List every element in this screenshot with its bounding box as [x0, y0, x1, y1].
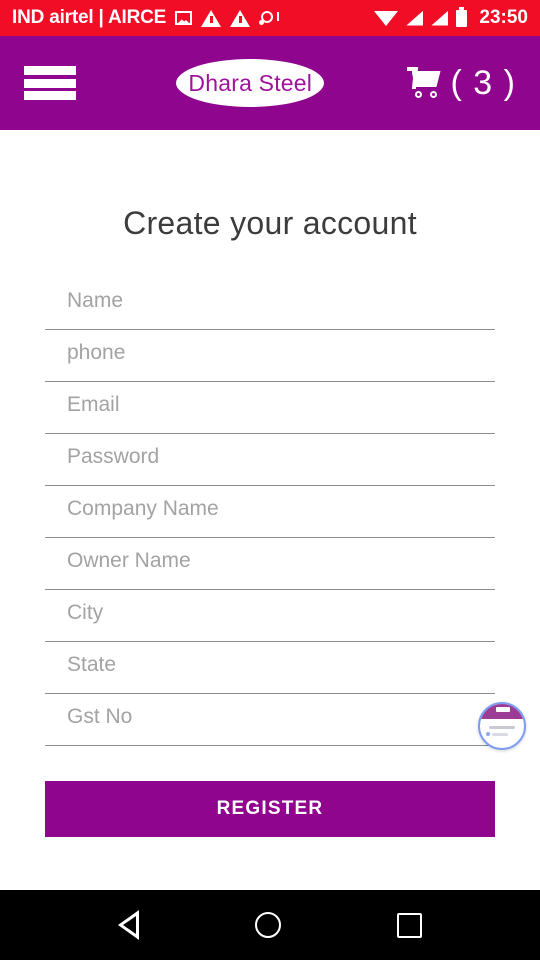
phone-input[interactable]: [45, 330, 495, 382]
name-input[interactable]: [45, 278, 495, 330]
sim-alert-icon: [259, 10, 280, 26]
status-bar-notification-icons: [175, 9, 280, 27]
recents-button-icon[interactable]: [397, 912, 422, 938]
system-navigation-bar: [0, 890, 540, 960]
field-gst-no: [45, 694, 495, 746]
shopping-cart-icon: [406, 67, 445, 99]
wifi-icon: [374, 10, 399, 26]
field-city: [45, 590, 495, 642]
register-button-container: REGISTER: [0, 781, 540, 837]
clock-label: 23:50: [479, 7, 528, 28]
field-password: [45, 434, 495, 486]
warning-icon: [230, 9, 251, 27]
back-button-icon[interactable]: [118, 910, 139, 940]
field-company-name: [45, 486, 495, 538]
email-input[interactable]: [45, 382, 495, 434]
battery-icon: [456, 6, 468, 27]
gst-no-input[interactable]: [45, 694, 495, 746]
password-input[interactable]: [45, 434, 495, 486]
field-phone: [45, 330, 495, 382]
cart-count-label: ( 3 ): [450, 63, 516, 102]
chat-bubble-line: [492, 733, 508, 736]
cart-button[interactable]: ( 3 ): [406, 63, 516, 103]
app-screen: IND airtel | AIRCE 23:50 Dhara Steel (3…: [0, 0, 540, 960]
home-button-icon[interactable]: [255, 912, 281, 938]
warning-icon: [201, 9, 222, 27]
registration-form: [0, 278, 540, 746]
field-owner-name: [45, 538, 495, 590]
carrier-label: IND airtel | AIRCE: [12, 7, 167, 28]
city-input[interactable]: [45, 590, 495, 642]
chat-bubble-dot: [486, 732, 490, 736]
register-button[interactable]: REGISTER: [45, 781, 495, 837]
status-bar-system-icons: 23:50: [374, 6, 528, 29]
field-state: [45, 642, 495, 694]
main-content: Create your account Name phone Email Pas…: [0, 130, 540, 890]
field-email: [45, 382, 495, 434]
company-name-input[interactable]: [45, 486, 495, 538]
field-name: [45, 278, 495, 330]
brand-logo[interactable]: Dhara Steel: [176, 59, 325, 107]
hamburger-menu-icon[interactable]: [24, 63, 76, 103]
chat-bubble-line: [489, 726, 515, 729]
app-header: Dhara Steel ( 3 ): [0, 36, 540, 130]
state-input[interactable]: [45, 642, 495, 694]
chat-bubble-tab: [496, 707, 510, 712]
photo-icon: [175, 11, 193, 25]
status-bar: IND airtel | AIRCE 23:50: [0, 0, 540, 36]
chat-bubble-widget[interactable]: [478, 702, 526, 750]
signal-icon: [431, 10, 449, 26]
brand-logo-label: Dhara Steel: [188, 69, 313, 96]
owner-name-input[interactable]: [45, 538, 495, 590]
signal-icon: [406, 10, 424, 26]
page-title: Create your account: [123, 205, 417, 241]
